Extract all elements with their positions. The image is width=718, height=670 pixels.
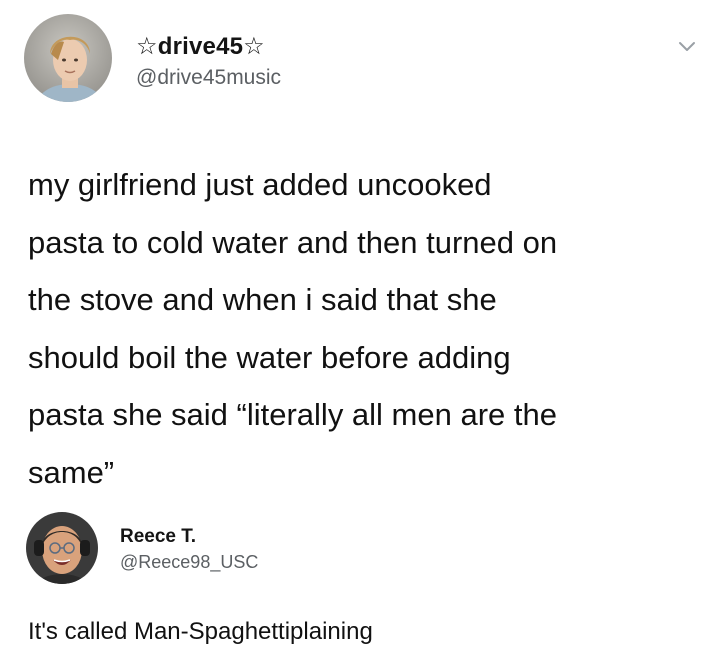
reply-display-name[interactable]: Reece T. <box>120 526 196 548</box>
avatar-photo <box>24 14 112 102</box>
tweet-card: ☆drive45☆ @drive45music my girlfriend ju… <box>0 0 718 498</box>
user-handle[interactable]: @drive45music <box>136 66 281 90</box>
reply-text: It's called Man-Spaghettiplaining <box>28 618 373 645</box>
tweet-text: my girlfriend just added uncooked pasta … <box>28 167 558 490</box>
chevron-down-icon[interactable] <box>678 40 696 54</box>
avatar[interactable] <box>24 14 112 102</box>
reply-user-handle[interactable]: @Reece98_USC <box>120 552 258 573</box>
reply-card: Reece T. @Reece98_USC It's called Man-Sp… <box>0 498 718 670</box>
display-name[interactable]: ☆drive45☆ <box>136 32 265 61</box>
reply-avatar[interactable] <box>26 512 98 584</box>
reply-avatar-photo <box>26 512 98 584</box>
